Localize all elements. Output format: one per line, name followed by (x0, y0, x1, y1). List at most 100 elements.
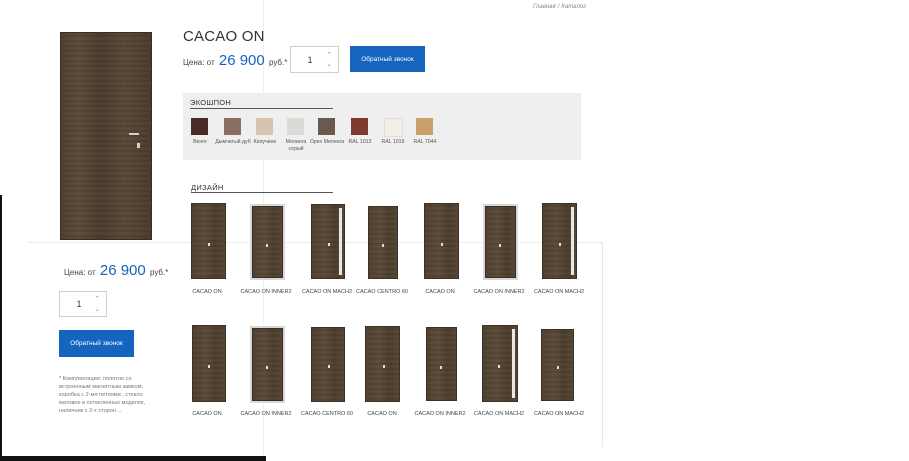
door-thumbnail[interactable] (541, 329, 574, 401)
veneer-swatch-label: Дымчатый дуб (215, 139, 251, 145)
door-handle (328, 243, 330, 246)
door-handle (266, 244, 268, 247)
price-value: 26 900 (99, 262, 146, 279)
veneer-swatch[interactable] (191, 118, 208, 135)
design-item[interactable]: CACAO CENTRO 60 (298, 325, 356, 430)
quantity-value[interactable]: 1 (291, 47, 329, 72)
design-heading: ДИЗАЙН (191, 183, 224, 192)
veneer-heading: ЭКОШПОН (190, 98, 232, 107)
breadcrumb-separator: / (557, 4, 560, 10)
design-item-label[interactable]: CACAO ON (411, 289, 469, 297)
design-item-label[interactable]: CACAO ON MACH2 (470, 411, 528, 419)
door-thumbnail[interactable] (426, 327, 457, 401)
design-item-label[interactable]: CACAO ON MACH2 (298, 289, 356, 297)
design-item-label[interactable]: CACAO ON MACH2 (530, 289, 588, 297)
design-item-label[interactable]: CACAO ON INNER2 (411, 411, 469, 419)
door-thumbnail[interactable] (365, 326, 400, 402)
veneer-swatch[interactable] (287, 118, 304, 135)
door-handle (498, 365, 500, 368)
design-item[interactable]: CACAO ON (178, 325, 236, 430)
price-prefix: Цена: от (183, 58, 215, 67)
door-handle (208, 243, 210, 246)
chevron-up-icon[interactable]: ⌃ (326, 52, 332, 59)
veneer-swatch-label: RAL 7044 (413, 139, 437, 145)
veneer-swatch-label: RAL 1019 (381, 139, 405, 145)
design-item[interactable]: CACAO ON (178, 203, 236, 308)
callback-button[interactable]: Обратный звонок (59, 330, 134, 357)
design-item[interactable]: CACAO ON MACH2 (298, 203, 356, 308)
veneer-swatch-label: RAL 1013 (348, 139, 372, 145)
quantity-value[interactable]: 1 (60, 292, 98, 316)
door-handle (328, 365, 330, 368)
door-handle (440, 366, 442, 369)
quantity-stepper[interactable]: 1 ⌃ ⌄ (59, 291, 107, 317)
design-item[interactable]: CACAO ON MACH2 (470, 325, 528, 430)
divider (190, 108, 333, 109)
veneer-swatch-label: Венге (193, 139, 207, 145)
design-item-label[interactable]: CACAO ON MACH2 (530, 411, 588, 419)
door-thumbnail[interactable] (485, 206, 516, 278)
veneer-swatch[interactable] (318, 118, 335, 135)
design-item[interactable]: CACAO ON MACH2 (530, 203, 588, 308)
product-main-image (60, 32, 152, 240)
door-thumbnail[interactable] (252, 328, 283, 401)
design-item-label[interactable]: CACAO ON (178, 289, 236, 297)
guide-line (602, 242, 603, 447)
chevron-down-icon[interactable]: ⌄ (94, 306, 100, 313)
design-item[interactable]: CACAO ON (353, 325, 411, 430)
design-item-label[interactable]: CACAO CENTRO 60 (298, 411, 356, 419)
door-thumbnail[interactable] (542, 203, 577, 279)
veneer-swatch[interactable] (224, 118, 241, 135)
door-thumbnail[interactable] (424, 203, 459, 279)
frame-edge (0, 195, 2, 461)
veneer-swatch[interactable] (416, 118, 433, 135)
design-item[interactable]: CACAO ON INNER2 (237, 203, 295, 308)
kit-note: * Комплектация: полотно со встроенным ма… (59, 376, 146, 414)
quantity-stepper[interactable]: 1 ⌃ ⌄ (290, 46, 339, 73)
door-handle (383, 365, 385, 368)
design-item-label[interactable]: CACAO ON INNER2 (237, 289, 295, 297)
callback-button[interactable]: Обратный звонок (350, 46, 425, 72)
breadcrumb-home-link[interactable]: Главная (533, 4, 556, 10)
door-handle (129, 133, 139, 135)
door-handle (557, 366, 559, 369)
door-thumbnail[interactable] (191, 203, 226, 279)
design-item[interactable]: CACAO ON INNER2 (470, 203, 528, 308)
veneer-swatch-label: Орех Мелинга (309, 139, 345, 145)
door-handle (382, 244, 384, 247)
door-handle (441, 243, 443, 246)
veneer-swatch[interactable] (384, 118, 403, 137)
design-item[interactable]: CACAO ON MACH2 (530, 325, 588, 430)
breadcrumb-current[interactable]: Каталог (561, 4, 586, 10)
price-prefix: Цена: от (64, 268, 96, 277)
chevron-up-icon[interactable]: ⌃ (94, 296, 100, 303)
chevron-down-icon[interactable]: ⌄ (326, 61, 332, 68)
veneer-panel (183, 93, 581, 160)
design-item[interactable]: CACAO ON INNER2 (411, 325, 469, 430)
design-item[interactable]: CACAO ON (411, 203, 469, 308)
frame-edge (0, 456, 266, 461)
design-item-label[interactable]: CACAO CENTRO 60 (353, 289, 411, 297)
door-thumbnail[interactable] (252, 206, 283, 278)
design-item-label[interactable]: CACAO ON INNER2 (470, 289, 528, 297)
price-bottom: Цена: от 26 900 руб.* (64, 262, 168, 279)
price-top: Цена: от 26 900 руб.* (183, 52, 287, 69)
design-item-label[interactable]: CACAO ON INNER2 (237, 411, 295, 419)
breadcrumb: Главная / Каталог (533, 4, 586, 10)
veneer-swatch[interactable] (256, 118, 273, 135)
door-thumbnail[interactable] (482, 325, 518, 402)
door-handle (208, 365, 210, 368)
design-item-label[interactable]: CACAO ON (353, 411, 411, 419)
door-thumbnail[interactable] (192, 325, 226, 402)
door-thumbnail[interactable] (311, 204, 345, 279)
design-item[interactable]: CACAO CENTRO 60 (353, 203, 411, 308)
design-item-label[interactable]: CACAO ON (178, 411, 236, 419)
design-item[interactable]: CACAO ON INNER2 (237, 325, 295, 430)
product-title: CACAO ON (183, 28, 265, 45)
door-handle (559, 243, 561, 246)
divider (191, 192, 333, 193)
door-handle (499, 244, 501, 247)
door-thumbnail[interactable] (368, 206, 398, 279)
price-suffix: руб.* (149, 268, 169, 277)
veneer-swatch[interactable] (351, 118, 368, 135)
